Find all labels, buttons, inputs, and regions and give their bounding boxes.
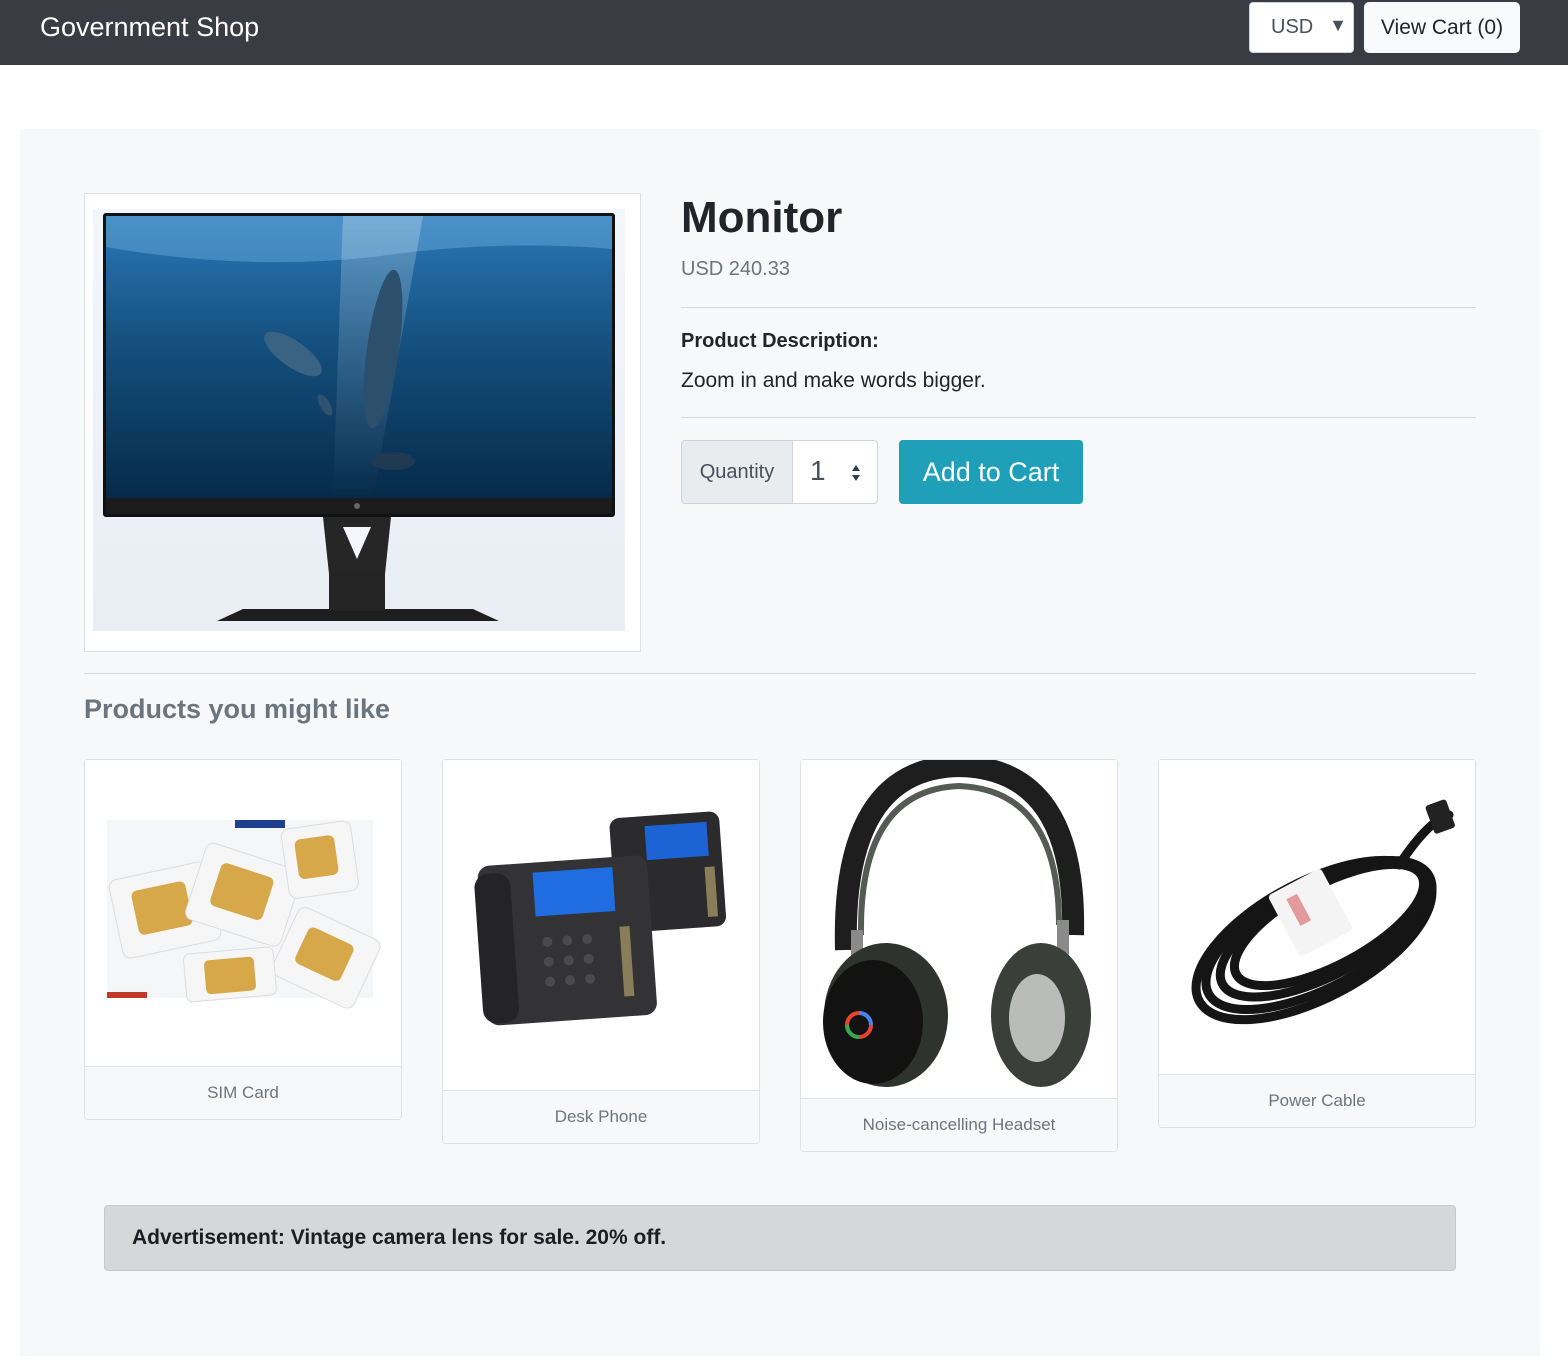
product-image [93, 209, 625, 631]
recommendations-title: Products you might like [84, 694, 391, 724]
view-cart-button[interactable]: View Cart (0) [1364, 2, 1520, 53]
product-card-power-cable[interactable]: Power Cable [1158, 759, 1476, 1128]
advertisement-banner[interactable]: Advertisement: Vintage camera lens for s… [104, 1205, 1456, 1271]
quantity-group: Quantity 1 [681, 440, 878, 504]
product-card-sim-card[interactable]: SIM Card [84, 759, 402, 1120]
product-card-desk-phone[interactable]: Desk Phone [442, 759, 760, 1144]
currency-value: USD [1271, 16, 1314, 38]
navbar: Government Shop USD ▼ View Cart (0) [0, 0, 1568, 65]
divider [681, 307, 1476, 308]
chevron-down-icon: ▼ [1329, 15, 1347, 35]
quantity-label: Quantity [681, 440, 793, 504]
product-price: USD 240.33 [681, 258, 790, 280]
description-text: Zoom in and make words bigger. [681, 369, 986, 392]
description-label: Product Description: [681, 330, 879, 352]
select-arrows-icon [852, 465, 860, 481]
headset-image [801, 760, 1117, 1097]
divider [84, 673, 1476, 674]
card-label: Power Cable [1159, 1074, 1475, 1127]
quantity-value: 1 [810, 455, 826, 486]
card-label: SIM Card [85, 1066, 401, 1119]
product-title: Monitor [681, 193, 843, 242]
brand-link[interactable]: Government Shop [40, 10, 259, 44]
add-to-cart-button[interactable]: Add to Cart [899, 440, 1083, 504]
sim-card-image [85, 760, 401, 1065]
card-label: Desk Phone [443, 1090, 759, 1143]
divider [681, 417, 1476, 418]
advertisement-text: Advertisement: Vintage camera lens for s… [132, 1226, 667, 1249]
power-cable-image [1159, 760, 1475, 1073]
currency-select[interactable]: USD ▼ [1249, 2, 1354, 53]
card-label: Noise-cancelling Headset [801, 1098, 1117, 1151]
desk-phone-image [443, 760, 759, 1089]
quantity-select[interactable]: 1 [793, 440, 878, 504]
product-card-noise-cancelling-headset[interactable]: Noise-cancelling Headset [800, 759, 1118, 1152]
